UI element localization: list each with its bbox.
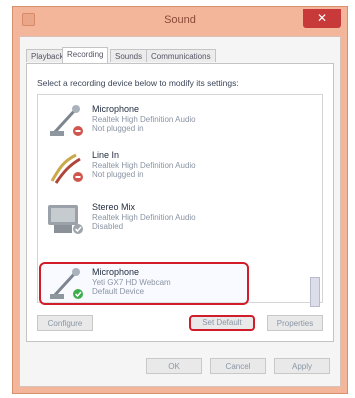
properties-button[interactable]: Properties (267, 315, 323, 331)
device-name: Microphone (92, 104, 140, 114)
device-name: Microphone (92, 267, 140, 277)
list-scrollbar[interactable] (310, 97, 320, 307)
device-driver: Realtek High Definition Audio (92, 161, 196, 170)
tab-recording[interactable]: Recording (62, 47, 109, 63)
tab-communications[interactable]: Communications (146, 49, 216, 62)
device-driver: Realtek High Definition Audio (92, 115, 196, 124)
instruction-text: Select a recording device below to modif… (37, 78, 239, 88)
device-status: Not plugged in (92, 124, 144, 133)
cancel-button[interactable]: Cancel (210, 358, 266, 374)
configure-button[interactable]: Configure (37, 315, 93, 331)
title-bar[interactable]: Sound ✕ (13, 7, 347, 32)
apply-button[interactable]: Apply (274, 358, 330, 374)
ok-button[interactable]: OK (146, 358, 202, 374)
list-item[interactable]: Line In Realtek High Definition Audio No… (42, 145, 308, 189)
device-driver: Realtek High Definition Audio (92, 213, 196, 222)
list-item[interactable]: Stereo Mix Realtek High Definition Audio… (42, 197, 308, 241)
line-in-icon (50, 153, 83, 184)
list-item[interactable]: Microphone Realtek High Definition Audio… (42, 99, 308, 143)
list-item-selected[interactable]: Microphone Yeti GX7 HD Webcam Default De… (42, 262, 308, 306)
tab-sounds[interactable]: Sounds (110, 49, 148, 62)
scroll-thumb[interactable] (310, 277, 320, 307)
device-driver: Yeti GX7 HD Webcam (92, 278, 171, 287)
close-button[interactable]: ✕ (303, 9, 341, 28)
device-list[interactable]: Microphone Realtek High Definition Audio… (37, 94, 323, 307)
sound-dialog: Sound ✕ Playback Recording Sounds Commun… (12, 6, 348, 394)
microphone-icon (50, 105, 83, 136)
device-status: Default Device (92, 287, 145, 296)
device-status: Disabled (92, 222, 124, 231)
window-title: Sound (164, 14, 196, 26)
device-name: Stereo Mix (92, 202, 136, 212)
microphone-icon (50, 268, 83, 299)
set-default-button[interactable]: Set Default (189, 315, 255, 331)
recording-panel: Select a recording device below to modif… (26, 63, 334, 342)
stereo-mix-icon (48, 205, 83, 234)
dialog-body: Playback Recording Sounds Communications… (19, 36, 341, 387)
device-status: Not plugged in (92, 170, 144, 179)
device-name: Line In (92, 150, 120, 160)
